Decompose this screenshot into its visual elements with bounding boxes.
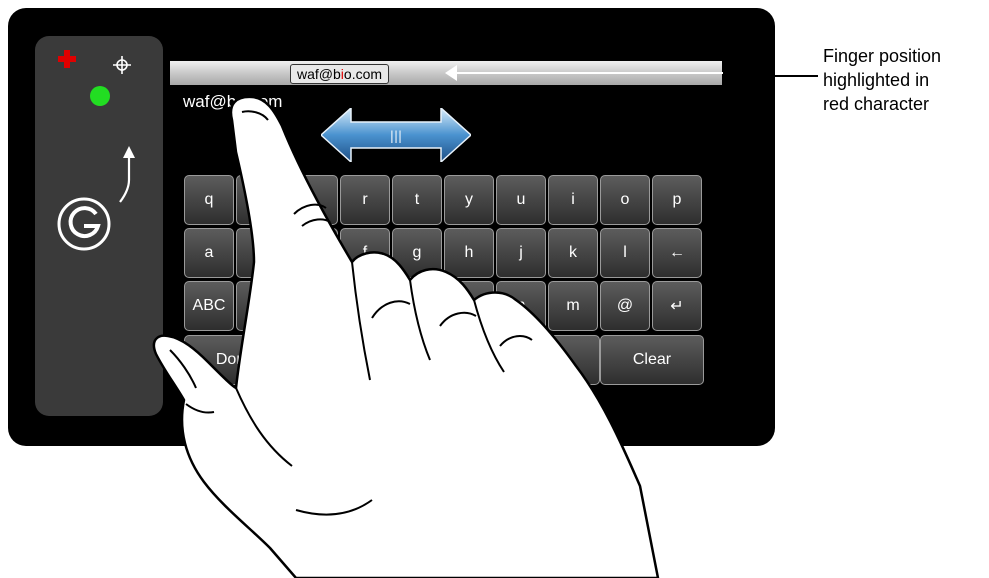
annotation-text: Finger position highlighted in red chara…	[823, 44, 989, 116]
annotation-line-1: Finger position	[823, 46, 942, 66]
annotation-line-2: highlighted in	[823, 70, 930, 90]
annotation-line-3: red character	[823, 94, 930, 114]
annotation-leader-line	[770, 75, 818, 77]
